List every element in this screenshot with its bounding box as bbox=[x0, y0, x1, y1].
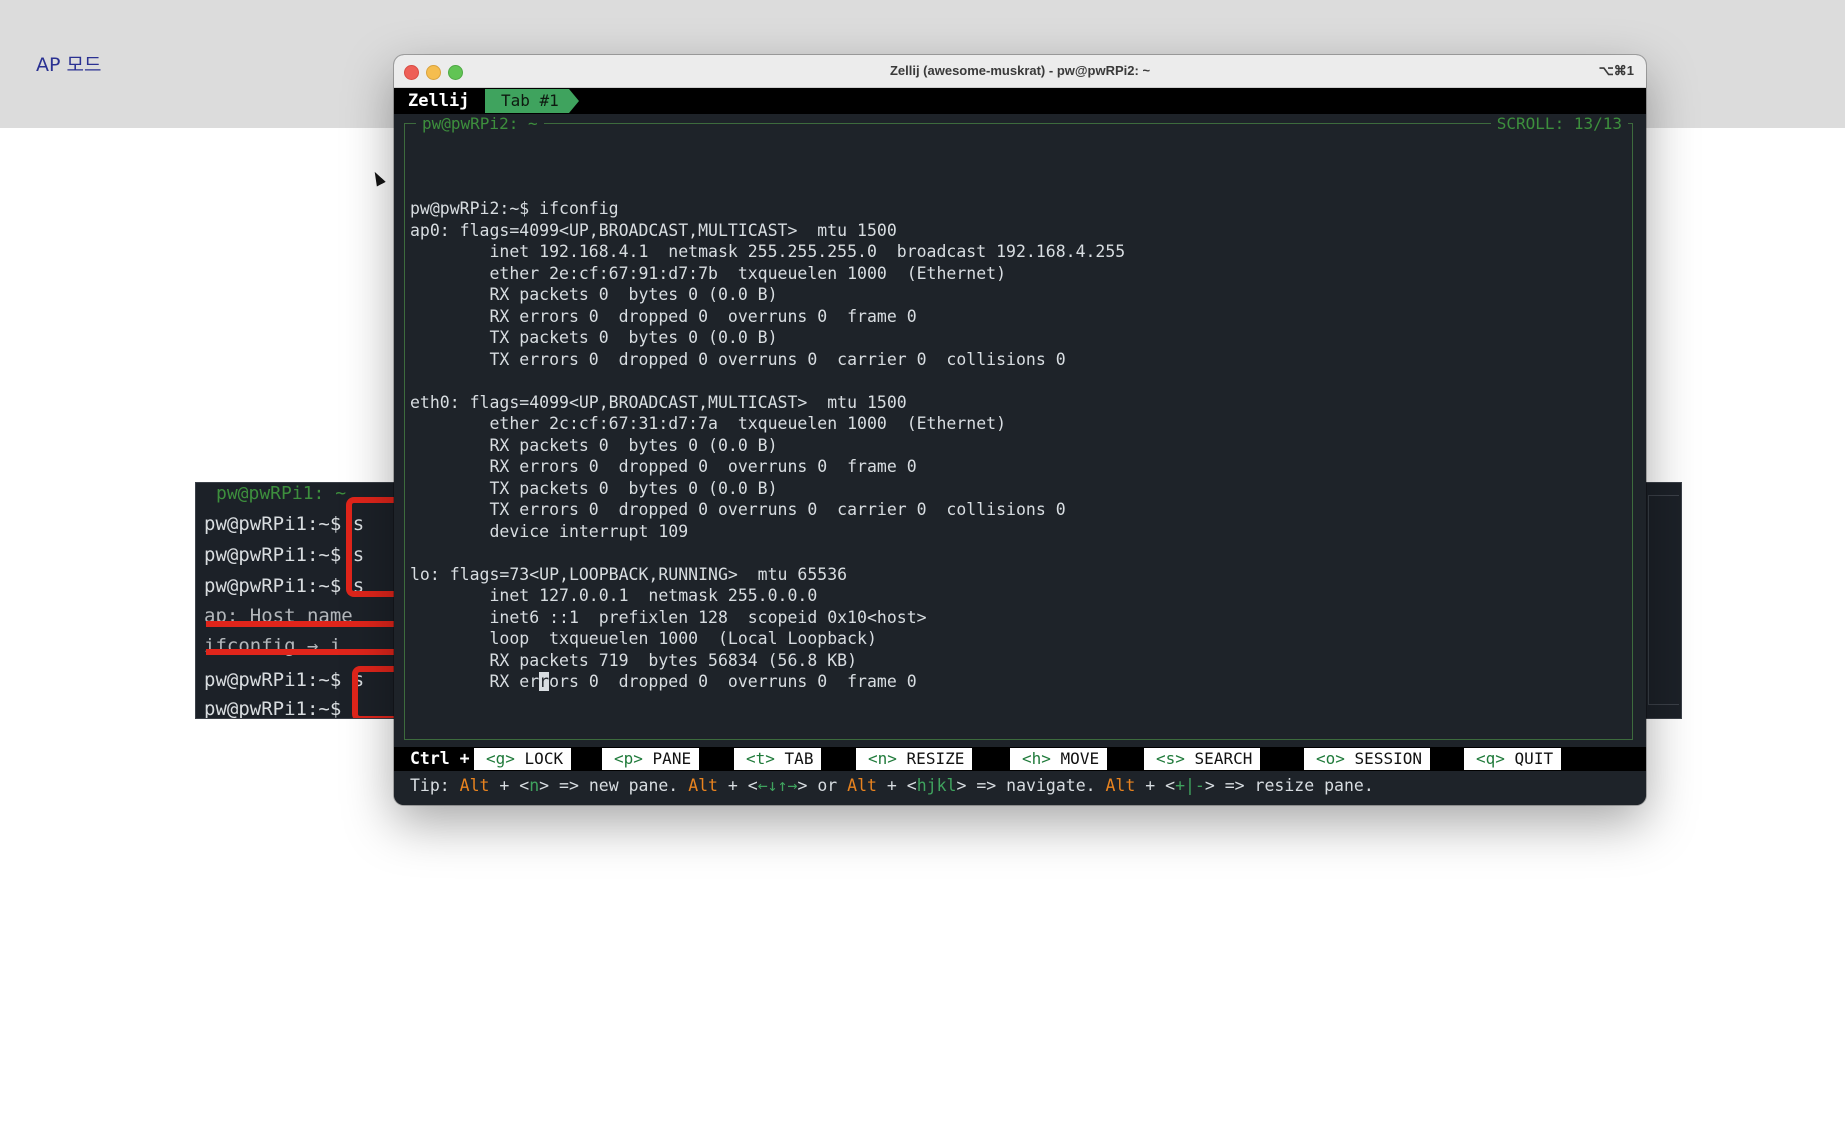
slide-title: AP 모드 bbox=[36, 54, 102, 76]
bg-line: pw@pwRPi1:~$ s bbox=[204, 513, 365, 535]
shortcut-pane[interactable]: <p> PANE bbox=[602, 748, 700, 770]
terminal-line: RX errors 0 dropped 0 overruns 0 frame 0 bbox=[410, 306, 917, 326]
tip-or: > or bbox=[797, 776, 848, 795]
separator-arrow-icon bbox=[998, 747, 1009, 771]
terminal-line: TX errors 0 dropped 0 overruns 0 carrier… bbox=[410, 500, 1066, 519]
terminal-line: inet 127.0.0.1 netmask 255.0.0.0 bbox=[410, 586, 818, 605]
status-bar: Ctrl + <g> LOCK <p> PANE <t> TAB <n> RESIZE… bbox=[394, 747, 1646, 771]
tip-plus: + < bbox=[489, 776, 530, 795]
shortcut-resize[interactable]: <n> RESIZE bbox=[856, 748, 973, 770]
tip-navigate: > => navigate. bbox=[956, 776, 1106, 795]
text-before-cursor: RX er bbox=[410, 672, 540, 691]
terminal-line: RX errors 0 dropped 0 overruns 0 frame 0 bbox=[410, 457, 917, 476]
shortcut-label: SESSION bbox=[1354, 749, 1422, 768]
shortcut-tab[interactable]: <t> TAB bbox=[734, 748, 822, 770]
scroll-indicator: SCROLL: 13/13 bbox=[1490, 114, 1628, 133]
window-title: Zellij (awesome-muskrat) - pw@pwRPi2: ~ bbox=[889, 63, 1151, 78]
terminal-line: TX packets 0 bytes 0 (0.0 B) bbox=[410, 328, 778, 347]
text-cursor: r bbox=[539, 672, 550, 691]
tip-hjkl-keys: hjkl bbox=[916, 776, 957, 795]
shortcut-label: PANE bbox=[652, 749, 692, 768]
tip-alt: Alt bbox=[688, 776, 718, 795]
bg-line: pw@pwRPi1:~$ s bbox=[204, 669, 365, 691]
mouse-pointer-icon bbox=[370, 169, 386, 187]
shortcut-key: <s> bbox=[1156, 749, 1185, 768]
shortcut-label: TAB bbox=[784, 749, 814, 768]
shortcut-label: RESIZE bbox=[906, 749, 965, 768]
bg-line: pw@pwRPi1:~$ s bbox=[204, 544, 365, 566]
shortcut-key: <p> bbox=[614, 749, 643, 768]
terminal-line: device interrupt 109 bbox=[410, 521, 689, 541]
terminal-line: lo: flags=73<UP,LOOPBACK,RUNNING> mtu 65… bbox=[410, 564, 848, 584]
shortcut-lock[interactable]: <g> LOCK bbox=[474, 748, 572, 770]
window-title-bar[interactable]: Zellij (awesome-muskrat) - pw@pwRPi2: ~ … bbox=[394, 55, 1646, 88]
shortcut-key: <n> bbox=[868, 749, 897, 768]
shortcut-session[interactable]: <o> SESSION bbox=[1304, 748, 1430, 770]
terminal-line: RX packets 0 bytes 0 (0.0 B) bbox=[410, 285, 778, 304]
terminal-area[interactable]: Zellij Tab #1 pw@pwRPi2: ~ SCROLL: 13/13… bbox=[394, 88, 1646, 805]
separator-arrow-icon bbox=[1452, 747, 1463, 771]
red-strikethrough bbox=[206, 621, 406, 627]
terminal-line: inet 192.168.4.1 netmask 255.255.255.0 b… bbox=[410, 242, 1126, 261]
text-after-cursor: ors 0 dropped 0 overruns 0 frame 0 bbox=[549, 672, 917, 691]
tip-arrow-keys: ←↓↑→ bbox=[757, 776, 798, 795]
tab-bar: Zellij Tab #1 bbox=[394, 88, 1646, 114]
separator-arrow-icon bbox=[590, 747, 601, 771]
shortcut-label: LOCK bbox=[524, 749, 564, 768]
shortcut-key: <o> bbox=[1316, 749, 1345, 768]
shortcut-key: <t> bbox=[746, 749, 775, 768]
tip-alt: Alt bbox=[847, 776, 877, 795]
pane-title: pw@pwRPi2: ~ bbox=[416, 114, 544, 133]
separator-arrow-icon bbox=[722, 747, 733, 771]
zellij-window[interactable]: Zellij (awesome-muskrat) - pw@pwRPi2: ~ … bbox=[394, 55, 1646, 805]
shortcut-quit[interactable]: <q> QUIT bbox=[1464, 748, 1562, 770]
tip-new-pane: > => new pane. bbox=[539, 776, 689, 795]
bg-line: pw@pwRPi1:~$ s bbox=[204, 575, 365, 597]
tip-plus: + < bbox=[876, 776, 917, 795]
tab-arrow-icon bbox=[569, 89, 579, 113]
tip-plus: + < bbox=[1135, 776, 1176, 795]
terminal-line: inet6 ::1 prefixlen 128 scopeid 0x10<hos… bbox=[410, 607, 927, 627]
window-shortcut: ⌥⌘1 bbox=[1598, 63, 1634, 78]
ctrl-label: Ctrl + bbox=[410, 749, 470, 768]
tab-1[interactable]: Tab #1 bbox=[485, 89, 569, 113]
tip-line: Tip: Alt + <n> => new pane. Alt + <←↓↑→>… bbox=[410, 776, 1374, 795]
separator-arrow-icon bbox=[844, 747, 855, 771]
tip-alt: Alt bbox=[459, 776, 490, 795]
terminal-line-cursor: RX errors 0 dropped 0 overruns 0 frame 0 bbox=[410, 671, 917, 693]
shortcut-key: <g> bbox=[486, 749, 515, 768]
red-strikethrough bbox=[206, 649, 406, 655]
terminal-line: TX packets 0 bytes 0 (0.0 B) bbox=[410, 478, 778, 498]
separator-arrow-icon bbox=[1292, 747, 1303, 771]
shortcut-label: QUIT bbox=[1514, 749, 1554, 768]
shortcut-label: SEARCH bbox=[1194, 749, 1253, 768]
terminal-line: eth0: flags=4099<UP,BROADCAST,MULTICAST>… bbox=[410, 392, 907, 412]
shortcut-search[interactable]: <s> SEARCH bbox=[1144, 748, 1261, 770]
tip-plus: + < bbox=[718, 776, 758, 795]
terminal-line: pw@pwRPi2:~$ ifconfig bbox=[410, 199, 619, 218]
separator-arrow-icon bbox=[1580, 747, 1591, 771]
tip-alt: Alt bbox=[1105, 776, 1136, 795]
terminal-line: TX errors 0 dropped 0 overruns 0 carrier… bbox=[410, 349, 1066, 369]
terminal-line: RX packets 0 bytes 0 (0.0 B) bbox=[410, 435, 778, 455]
terminal-line: ether 2c:cf:67:31:d7:7a txqueuelen 1000 … bbox=[410, 414, 1007, 433]
tip-resize-keys: +|- bbox=[1175, 776, 1205, 795]
terminal-line: ap0: flags=4099<UP,BROADCAST,MULTICAST> … bbox=[410, 220, 897, 240]
shortcut-key: <q> bbox=[1476, 749, 1505, 768]
bg-pane-title: pw@pwRPi1: ~ bbox=[216, 483, 347, 504]
terminal-line: ether 2e:cf:67:91:d7:7b txqueuelen 1000 … bbox=[410, 263, 1007, 283]
separator-arrow-icon bbox=[1132, 747, 1143, 771]
terminal-line: RX packets 719 bytes 56834 (56.8 KB) bbox=[410, 650, 858, 670]
tip-n-key: n bbox=[529, 776, 540, 795]
zellij-label: Zellij bbox=[408, 91, 470, 111]
tip-prefix: Tip: bbox=[410, 776, 460, 795]
terminal-line: loop txqueuelen 1000 (Local Loopback) bbox=[410, 629, 877, 648]
bg-line: pw@pwRPi1:~$ bbox=[204, 698, 342, 719]
background-terminal-edge bbox=[1648, 495, 1679, 705]
shortcut-move[interactable]: <h> MOVE bbox=[1010, 748, 1108, 770]
shortcut-key: <h> bbox=[1022, 749, 1051, 768]
tip-resize: > => resize pane. bbox=[1204, 776, 1374, 795]
shortcut-label: MOVE bbox=[1060, 749, 1100, 768]
